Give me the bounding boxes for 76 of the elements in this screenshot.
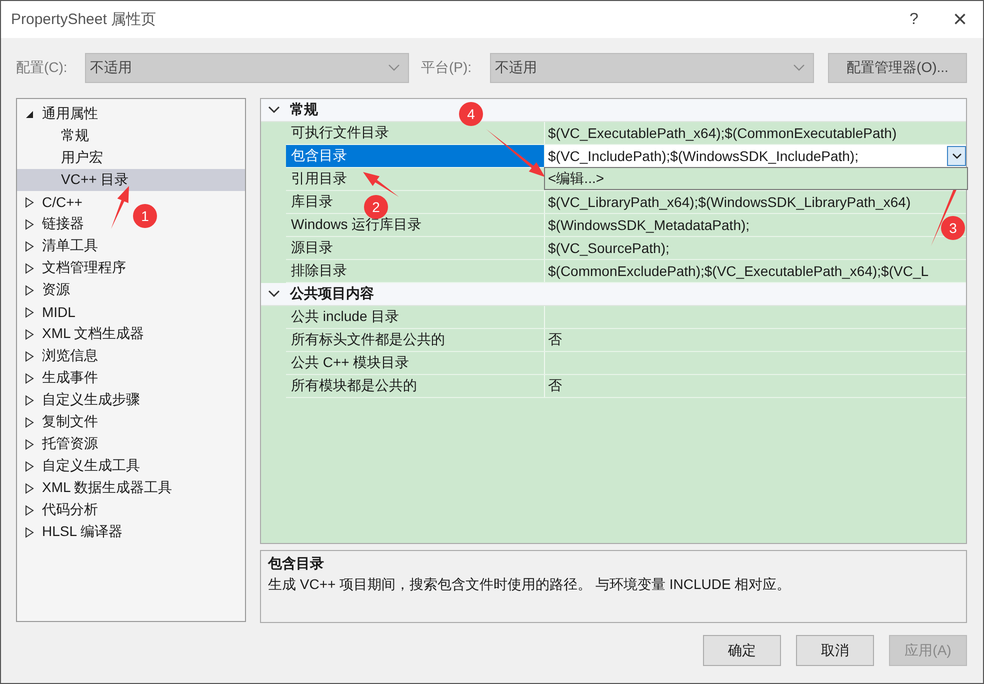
collapsed-triangle-icon: [25, 196, 34, 208]
callout-badge: 4: [459, 102, 483, 126]
arrow: [486, 129, 545, 177]
tree-item[interactable]: XML 数据生成器工具: [17, 477, 176, 499]
arrow: [111, 186, 129, 229]
property-name[interactable]: 公共 include 目录: [286, 306, 545, 328]
tree-item[interactable]: 浏览信息: [17, 345, 102, 367]
dialog-button[interactable]: 取消: [796, 635, 874, 666]
tree-item[interactable]: C/C++: [17, 191, 86, 213]
window-title: PropertySheet 属性页: [11, 10, 156, 29]
category-header: 公共项目内容: [290, 285, 374, 303]
collapsed-triangle-icon: [25, 240, 34, 252]
tree-item[interactable]: 生成事件: [17, 367, 102, 389]
tree-item[interactable]: 用户宏: [17, 147, 107, 169]
configuration-manager-button[interactable]: 配置管理器(O)...: [828, 53, 967, 83]
tree-item[interactable]: 复制文件: [17, 411, 102, 433]
property-value: 否: [548, 331, 562, 349]
tree-item[interactable]: 资源: [17, 279, 74, 301]
help-button[interactable]: ?: [891, 1, 937, 38]
chevron-down-icon: [793, 64, 805, 72]
callout-badge: 1: [133, 204, 157, 228]
collapsed-triangle-icon: [25, 262, 34, 274]
property-value: 否: [548, 377, 562, 395]
tree-item[interactable]: 自定义生成步骤: [17, 389, 144, 411]
tree-item[interactable]: 文档管理程序: [17, 257, 130, 279]
tree-item[interactable]: XML 文档生成器: [17, 323, 148, 345]
tree-item[interactable]: VC++ 目录: [17, 169, 245, 191]
collapsed-triangle-icon: [25, 416, 34, 428]
chevron-down-icon: [388, 64, 400, 72]
tree-item[interactable]: 链接器: [17, 213, 88, 235]
property-value: $(VC_SourcePath);: [548, 240, 670, 256]
platform-label: 平台(P):: [421, 59, 473, 77]
collapsed-triangle-icon: [25, 284, 34, 296]
dropdown-button[interactable]: [947, 146, 966, 166]
tree-item[interactable]: 托管资源: [17, 433, 102, 455]
property-value: $(WindowsSDK_MetadataPath);: [548, 217, 750, 233]
property-value: $(VC_LibraryPath_x64);$(WindowsSDK_LibraryPath_x64): [548, 194, 911, 210]
tree-item[interactable]: MIDL: [17, 301, 80, 323]
chevron-down-icon: [952, 152, 962, 160]
description-text: 生成 VC++ 项目期间，搜索包含文件时使用的路径。 与环境变量 INCLUDE 相对应。: [268, 576, 792, 594]
tree-item[interactable]: 自定义生成工具: [17, 455, 144, 477]
arrow: [363, 172, 399, 197]
tree-item[interactable]: HLSL 编译器: [17, 521, 126, 543]
expanded-triangle-icon: [25, 110, 34, 118]
property-name[interactable]: 所有标头文件都是公共的: [286, 329, 545, 351]
collapsed-triangle-icon: [25, 372, 34, 384]
tree-item[interactable]: 常规: [17, 125, 93, 147]
chevron-down-icon[interactable]: [268, 106, 280, 114]
property-name[interactable]: 源目录: [286, 237, 545, 259]
collapsed-triangle-icon: [25, 350, 34, 362]
collapsed-triangle-icon: [25, 218, 34, 230]
collapsed-triangle-icon: [25, 306, 34, 318]
property-name[interactable]: 排除目录: [286, 260, 545, 282]
close-button[interactable]: ×: [937, 1, 983, 38]
collapsed-triangle-icon: [25, 482, 34, 494]
property-value: $(VC_ExecutablePath_x64);$(CommonExecutablePath): [548, 125, 897, 141]
collapsed-triangle-icon: [25, 438, 34, 450]
callout-badge: 3: [941, 216, 965, 240]
tree-item[interactable]: 清单工具: [17, 235, 102, 257]
collapsed-triangle-icon: [25, 504, 34, 516]
tree-item[interactable]: 代码分析: [17, 499, 102, 521]
tree-item[interactable]: 通用属性: [17, 103, 102, 125]
configuration-label: 配置(C):: [16, 59, 68, 77]
chevron-down-icon[interactable]: [268, 290, 280, 298]
collapsed-triangle-icon: [25, 526, 34, 538]
description-title: 包含目录: [268, 555, 325, 573]
property-value: $(CommonExcludePath);$(VC_ExecutablePath_x64);$(VC_L: [548, 263, 929, 279]
dialog-button[interactable]: 确定: [703, 635, 781, 666]
dropdown-option[interactable]: <编辑...>: [545, 168, 967, 189]
property-name[interactable]: 所有模块都是公共的: [286, 375, 545, 397]
collapsed-triangle-icon: [25, 394, 34, 406]
collapsed-triangle-icon: [25, 460, 34, 472]
property-name[interactable]: 公共 C++ 模块目录: [286, 352, 545, 374]
collapsed-triangle-icon: [25, 328, 34, 340]
property-name[interactable]: 包含目录: [286, 145, 545, 167]
category-header: 常规: [290, 101, 318, 119]
